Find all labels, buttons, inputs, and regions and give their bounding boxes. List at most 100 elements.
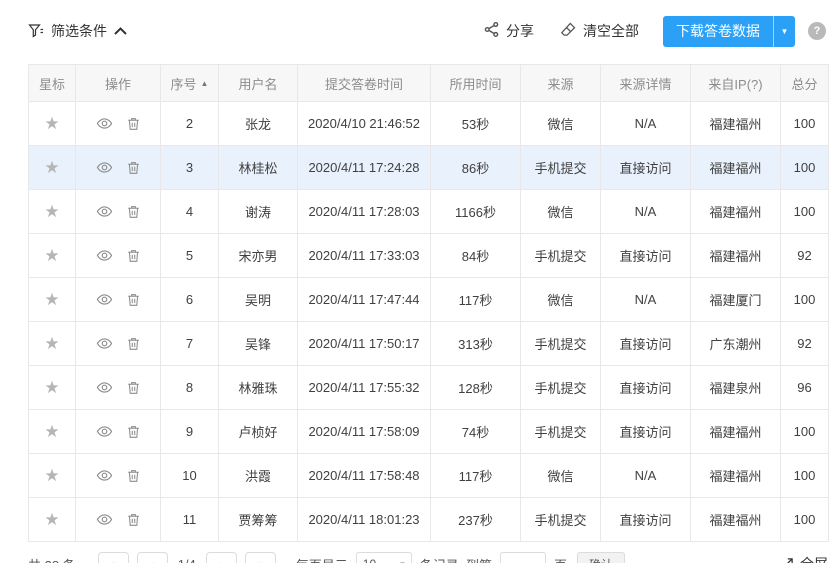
source-cell: 微信	[521, 190, 601, 234]
seq-cell: 10	[161, 454, 219, 498]
eye-icon[interactable]	[96, 335, 113, 352]
expand-arrows-icon	[779, 557, 794, 563]
source-detail-cell: 直接访问	[601, 146, 691, 190]
per-page-select[interactable]: 10 ▾	[356, 552, 412, 563]
header-duration: 所用时间	[431, 65, 521, 102]
eye-icon[interactable]	[96, 511, 113, 528]
table-row: ★	[29, 234, 829, 278]
eye-icon[interactable]	[96, 247, 113, 264]
duration-cell: 86秒	[431, 146, 521, 190]
records-goto-label: 条记录, 到第	[420, 555, 492, 563]
duration-cell: 84秒	[431, 234, 521, 278]
pagination-bar: 共 38 条 « ‹ 1/4 › » 每页显示 10 ▾ 条记录, 到第 页 确…	[28, 549, 828, 563]
star-icon[interactable]: ★	[44, 511, 59, 528]
header-seq-label: 序号	[171, 74, 197, 93]
next-page-button[interactable]: ›	[206, 552, 237, 563]
username-cell: 吴锋	[219, 322, 298, 366]
star-icon[interactable]: ★	[44, 291, 59, 308]
source-cell: 微信	[521, 454, 601, 498]
source-cell: 手机提交	[521, 366, 601, 410]
username-cell: 洪霞	[219, 454, 298, 498]
header-username: 用户名	[219, 65, 298, 102]
star-icon[interactable]: ★	[44, 247, 59, 264]
trash-icon[interactable]	[126, 204, 141, 220]
submit-time-cell: 2020/4/11 17:28:03	[298, 190, 431, 234]
username-cell: 宋亦男	[219, 234, 298, 278]
star-cell: ★	[29, 498, 76, 542]
duration-cell: 1166秒	[431, 190, 521, 234]
eye-icon[interactable]	[96, 467, 113, 484]
trash-icon[interactable]	[126, 292, 141, 308]
eye-icon[interactable]	[96, 115, 113, 132]
star-cell: ★	[29, 146, 76, 190]
username-cell: 林桂松	[219, 146, 298, 190]
source-cell: 手机提交	[521, 322, 601, 366]
trash-icon[interactable]	[126, 468, 141, 484]
duration-cell: 237秒	[431, 498, 521, 542]
username-cell: 张龙	[219, 102, 298, 146]
trash-icon[interactable]	[126, 380, 141, 396]
clear-all-button[interactable]: 清空全部	[560, 21, 639, 41]
source-detail-cell: 直接访问	[601, 366, 691, 410]
trash-icon[interactable]	[126, 116, 141, 132]
source-detail-cell: N/A	[601, 278, 691, 322]
source-detail-cell: 直接访问	[601, 322, 691, 366]
seq-cell: 11	[161, 498, 219, 542]
seq-cell: 9	[161, 410, 219, 454]
toolbar: 筛选条件 分享	[28, 14, 826, 48]
filter-conditions-toggle[interactable]: 筛选条件	[28, 21, 127, 41]
source-cell: 手机提交	[521, 498, 601, 542]
source-detail-cell: N/A	[601, 454, 691, 498]
score-cell: 100	[781, 190, 829, 234]
star-icon[interactable]: ★	[44, 203, 59, 220]
star-icon[interactable]: ★	[44, 159, 59, 176]
trash-icon[interactable]	[126, 512, 141, 528]
help-button[interactable]: ?	[808, 22, 826, 40]
eye-icon[interactable]	[96, 159, 113, 176]
star-icon[interactable]: ★	[44, 423, 59, 440]
submit-time-cell: 2020/4/10 21:46:52	[298, 102, 431, 146]
star-cell: ★	[29, 410, 76, 454]
eye-icon[interactable]	[96, 291, 113, 308]
last-page-button[interactable]: »	[245, 552, 276, 563]
source-cell: 手机提交	[521, 234, 601, 278]
table-row: ★	[29, 146, 829, 190]
eye-icon[interactable]	[96, 379, 113, 396]
fullscreen-button[interactable]: 全屏	[779, 554, 828, 563]
sort-asc-icon: ▲	[201, 79, 209, 88]
header-seq-sortable[interactable]: 序号 ▲	[161, 65, 219, 102]
eye-icon[interactable]	[96, 423, 113, 440]
share-button[interactable]: 分享	[483, 21, 534, 41]
table-body: ★	[29, 102, 829, 542]
table-row: ★	[29, 322, 829, 366]
ip-cell: 广东潮州	[691, 322, 781, 366]
download-dropdown-caret[interactable]: ▼	[773, 16, 795, 47]
operations-cell	[76, 498, 161, 542]
username-cell: 贾筹筹	[219, 498, 298, 542]
prev-page-button[interactable]: ‹	[137, 552, 168, 563]
header-operations: 操作	[76, 65, 161, 102]
operations-cell	[76, 234, 161, 278]
first-page-button[interactable]: «	[98, 552, 129, 563]
trash-icon[interactable]	[126, 248, 141, 264]
trash-icon[interactable]	[126, 160, 141, 176]
header-source: 来源	[521, 65, 601, 102]
header-ip: 来自IP(?)	[691, 65, 781, 102]
download-data-button[interactable]: 下载答卷数据	[663, 16, 773, 47]
submit-time-cell: 2020/4/11 17:58:09	[298, 410, 431, 454]
eye-icon[interactable]	[96, 203, 113, 220]
seq-cell: 7	[161, 322, 219, 366]
table-row: ★	[29, 102, 829, 146]
star-icon[interactable]: ★	[44, 467, 59, 484]
trash-icon[interactable]	[126, 336, 141, 352]
download-button-group: 下载答卷数据 ▼	[663, 16, 795, 47]
star-icon[interactable]: ★	[44, 115, 59, 132]
table-header-row: 星标 操作 序号 ▲ 用户名 提交答卷时间 所用时间 来源 来源详情 来自IP(…	[29, 65, 829, 102]
star-icon[interactable]: ★	[44, 379, 59, 396]
per-page-label: 每页显示	[296, 555, 348, 563]
confirm-goto-button[interactable]: 确认	[577, 552, 625, 563]
star-icon[interactable]: ★	[44, 335, 59, 352]
trash-icon[interactable]	[126, 424, 141, 440]
ip-cell: 福建福州	[691, 102, 781, 146]
goto-page-input[interactable]	[500, 552, 546, 563]
